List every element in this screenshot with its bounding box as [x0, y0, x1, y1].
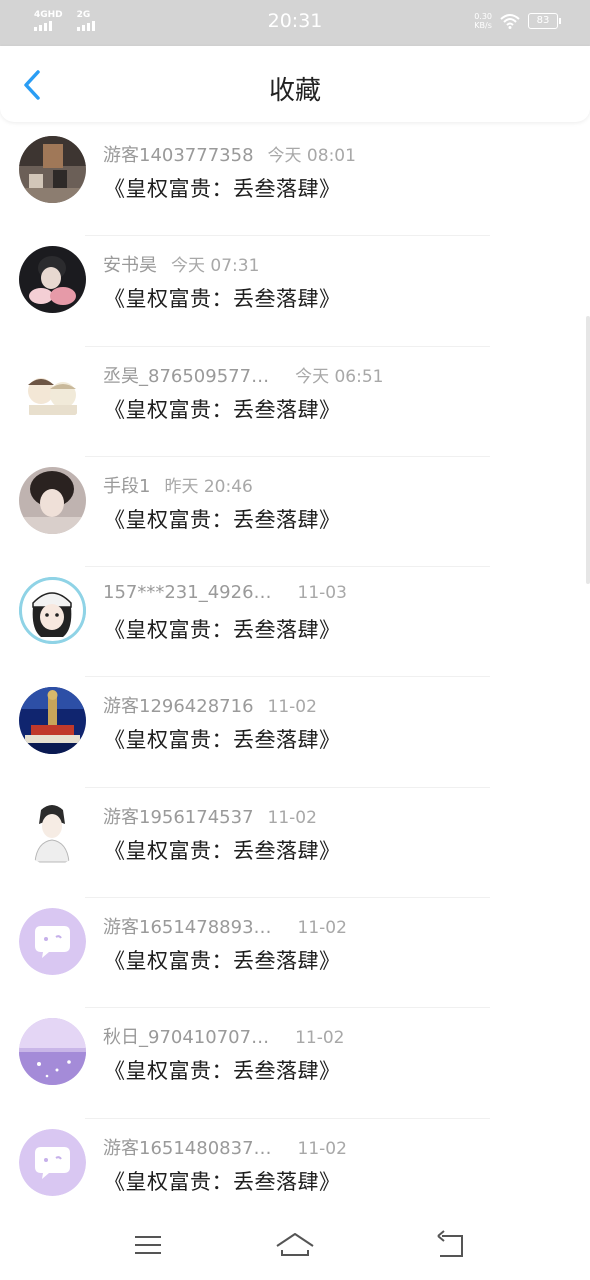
avatar[interactable] — [19, 1018, 86, 1086]
avatar[interactable] — [19, 1128, 86, 1196]
avatar[interactable] — [19, 136, 86, 203]
item-title[interactable]: 《皇权富贵：丢叁落肆》 — [104, 173, 341, 203]
item-title[interactable]: 《皇权富贵：丢叁落肆》 — [104, 1055, 341, 1085]
avatar[interactable] — [19, 908, 86, 976]
timestamp: 11-02 — [267, 697, 317, 718]
back-nav-button[interactable] — [428, 1226, 472, 1264]
back-arrow-icon — [437, 1230, 463, 1257]
menu-button[interactable] — [126, 1226, 170, 1264]
username[interactable]: 游客1956174537 — [103, 803, 254, 829]
net-speed: 0.30 KB/s — [474, 12, 492, 30]
avatar[interactable] — [19, 797, 86, 865]
timestamp: 昨天 20:46 — [164, 476, 253, 497]
timestamp: 今天 08:01 — [267, 146, 356, 166]
battery-icon: 83 — [528, 13, 561, 29]
item-title[interactable]: 《皇权富贵：丢叁落肆》 — [104, 614, 341, 644]
list-item[interactable]: 丞昊_876509577… 今天 06:51 《皇权富贵：丢叁落肆》 — [0, 347, 590, 457]
header-bar: 收藏 — [0, 46, 590, 122]
item-title[interactable]: 《皇权富贵：丢叁落肆》 — [104, 945, 341, 975]
list-item[interactable]: 157***231_4926… 11-03 《皇权富贵：丢叁落肆》 — [0, 567, 590, 678]
list-item[interactable]: 安书昊 今天 07:31 《皇权富贵：丢叁落肆》 — [0, 236, 590, 347]
status-bar: 4GHD 2G 20:31 0.30 KB/s 83 — [0, 0, 590, 46]
item-title[interactable]: 《皇权富贵：丢叁落肆》 — [104, 504, 341, 534]
list-item[interactable]: 游客1296428716 11-02 《皇权富贵：丢叁落肆》 — [0, 677, 590, 788]
timestamp: 11-02 — [297, 1138, 347, 1159]
avatar[interactable] — [19, 356, 86, 424]
menu-icon — [135, 1236, 161, 1254]
timestamp: 11-02 — [267, 807, 317, 828]
username[interactable]: 游客1651478893… — [103, 913, 272, 939]
home-icon — [276, 1233, 314, 1256]
username[interactable]: 丞昊_876509577… — [103, 362, 269, 388]
avatar[interactable] — [19, 466, 86, 534]
item-title[interactable]: 《皇权富贵：丢叁落肆》 — [104, 724, 341, 754]
home-button[interactable] — [273, 1226, 317, 1264]
page-title: 收藏 — [268, 76, 321, 106]
item-title[interactable]: 《皇权富贵：丢叁落肆》 — [104, 1166, 341, 1196]
username[interactable]: 游客1651480837… — [103, 1134, 272, 1160]
avatar[interactable] — [19, 246, 86, 314]
timestamp: 11-02 — [297, 918, 347, 939]
item-title[interactable]: 《皇权富贵：丢叁落肆》 — [104, 835, 341, 865]
username[interactable]: 157***231_4926… — [103, 582, 272, 603]
timestamp: 11-03 — [297, 583, 347, 604]
username[interactable]: 游客1403777358 — [103, 141, 254, 167]
item-title[interactable]: 《皇权富贵：丢叁落肆》 — [104, 283, 341, 313]
item-title[interactable]: 《皇权富贵：丢叁落肆》 — [104, 394, 341, 424]
net-speed-value: 0.30 — [474, 12, 492, 21]
chat-bubble-icon — [19, 1128, 86, 1196]
timestamp: 11-02 — [295, 1028, 345, 1049]
username[interactable]: 手段1 — [103, 472, 150, 498]
list-item[interactable]: 秋日_970410707… 11-02 《皇权富贵：丢叁落肆》 — [0, 1008, 590, 1119]
net-speed-unit: KB/s — [474, 21, 492, 30]
avatar[interactable] — [19, 577, 86, 645]
username[interactable]: 安书昊 — [103, 251, 157, 277]
list-item[interactable]: 手段1 昨天 20:46 《皇权富贵：丢叁落肆》 — [0, 457, 590, 568]
navigation-bar — [0, 1218, 590, 1280]
timestamp: 今天 07:31 — [171, 256, 260, 277]
chat-bubble-icon — [19, 908, 86, 976]
username[interactable]: 游客1296428716 — [103, 692, 254, 718]
list-item[interactable]: 游客1651480837… 11-02 《皇权富贵：丢叁落肆》 — [0, 1119, 590, 1229]
favorites-list: 游客1403777358 今天 08:01 《皇权富贵：丢叁落肆》 安书昊 今天 0… — [0, 126, 590, 1229]
avatar[interactable] — [19, 687, 86, 755]
list-item[interactable]: 游客1956174537 11-02 《皇权富贵：丢叁落肆》 — [0, 788, 590, 899]
wifi-icon — [500, 14, 520, 29]
username[interactable]: 秋日_970410707… — [103, 1023, 269, 1049]
list-item[interactable]: 游客1403777358 今天 08:01 《皇权富贵：丢叁落肆》 — [0, 126, 590, 237]
timestamp: 今天 06:51 — [295, 366, 384, 387]
list-item[interactable]: 游客1651478893… 11-02 《皇权富贵：丢叁落肆》 — [0, 898, 590, 1009]
scrollbar[interactable] — [586, 316, 590, 584]
